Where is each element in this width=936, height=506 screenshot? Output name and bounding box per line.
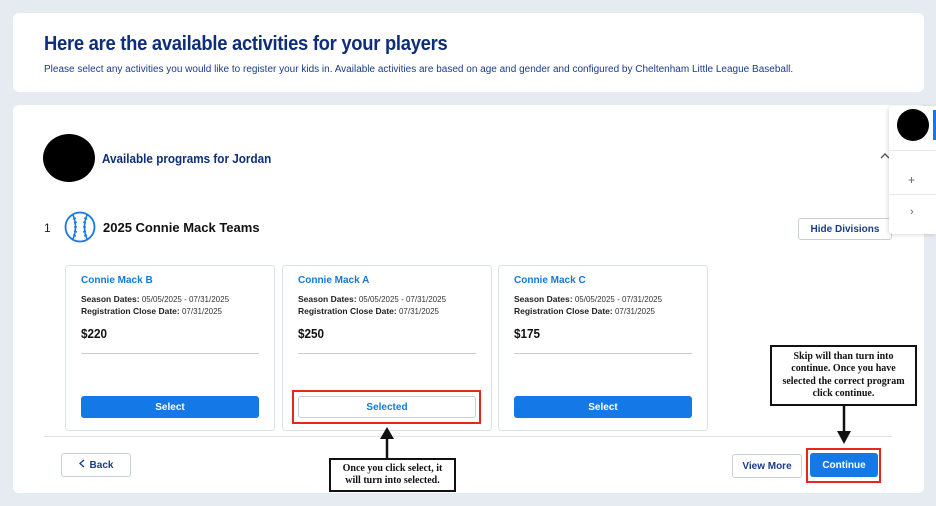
continue-callout: Skip will than turn into continue. Once … [770,345,917,406]
back-label: Back [89,459,114,471]
avatar[interactable] [897,109,929,141]
select-button[interactable]: Select [514,396,692,418]
plus-icon[interactable]: + [908,173,915,187]
header-card: Here are the available activities for yo… [13,13,924,92]
back-button[interactable]: Back [61,453,131,477]
baseball-icon [64,211,96,243]
registration-close-date: Registration Close Date: 07/31/2025 [514,306,655,316]
chevron-left-icon [78,459,85,471]
division-name: Connie Mack C [514,275,586,286]
selected-callout: Once you click select, it will turn into… [329,458,456,492]
footer-divider [44,436,892,437]
select-button[interactable]: Select [81,396,259,418]
side-panel: + › [889,106,936,234]
divider [889,194,936,195]
page-title: Here are the available activities for yo… [44,33,448,55]
season-dates: Season Dates: 05/05/2025 - 07/31/2025 [298,294,447,304]
page-subtitle: Please select any activities you would l… [44,64,794,75]
registration-close-date: Registration Close Date: 07/31/2025 [81,306,222,316]
arrow-down-icon [837,406,851,444]
division-price: $250 [298,326,325,341]
arrow-up-icon [380,427,394,460]
division-name: Connie Mack A [298,275,370,286]
divider [81,353,259,354]
division-price: $220 [81,326,108,341]
view-more-button[interactable]: View More [732,454,802,478]
hide-divisions-button[interactable]: Hide Divisions [798,218,892,240]
registration-close-date: Registration Close Date: 07/31/2025 [298,306,439,316]
division-price: $175 [514,326,541,341]
division-name: Connie Mack B [81,275,153,286]
divider [514,353,692,354]
divider [298,353,476,354]
continue-highlight-box [806,448,881,483]
player-avatar [43,134,95,182]
program-index: 1 [44,221,51,235]
division-card-connie-mack-c: Connie Mack C Season Dates: 05/05/2025 -… [498,265,708,431]
division-card-connie-mack-b: Connie Mack B Season Dates: 05/05/2025 -… [65,265,275,431]
season-dates: Season Dates: 05/05/2025 - 07/31/2025 [81,294,230,304]
program-selection-card: Available programs for Jordan 1 2025 Con… [13,105,924,493]
divider [889,150,936,151]
chevron-right-icon[interactable]: › [910,206,914,218]
selected-highlight-box [292,390,481,424]
season-dates: Season Dates: 05/05/2025 - 07/31/2025 [514,294,663,304]
program-name: 2025 Connie Mack Teams [103,220,260,235]
player-programs-title: Available programs for Jordan [102,151,272,166]
